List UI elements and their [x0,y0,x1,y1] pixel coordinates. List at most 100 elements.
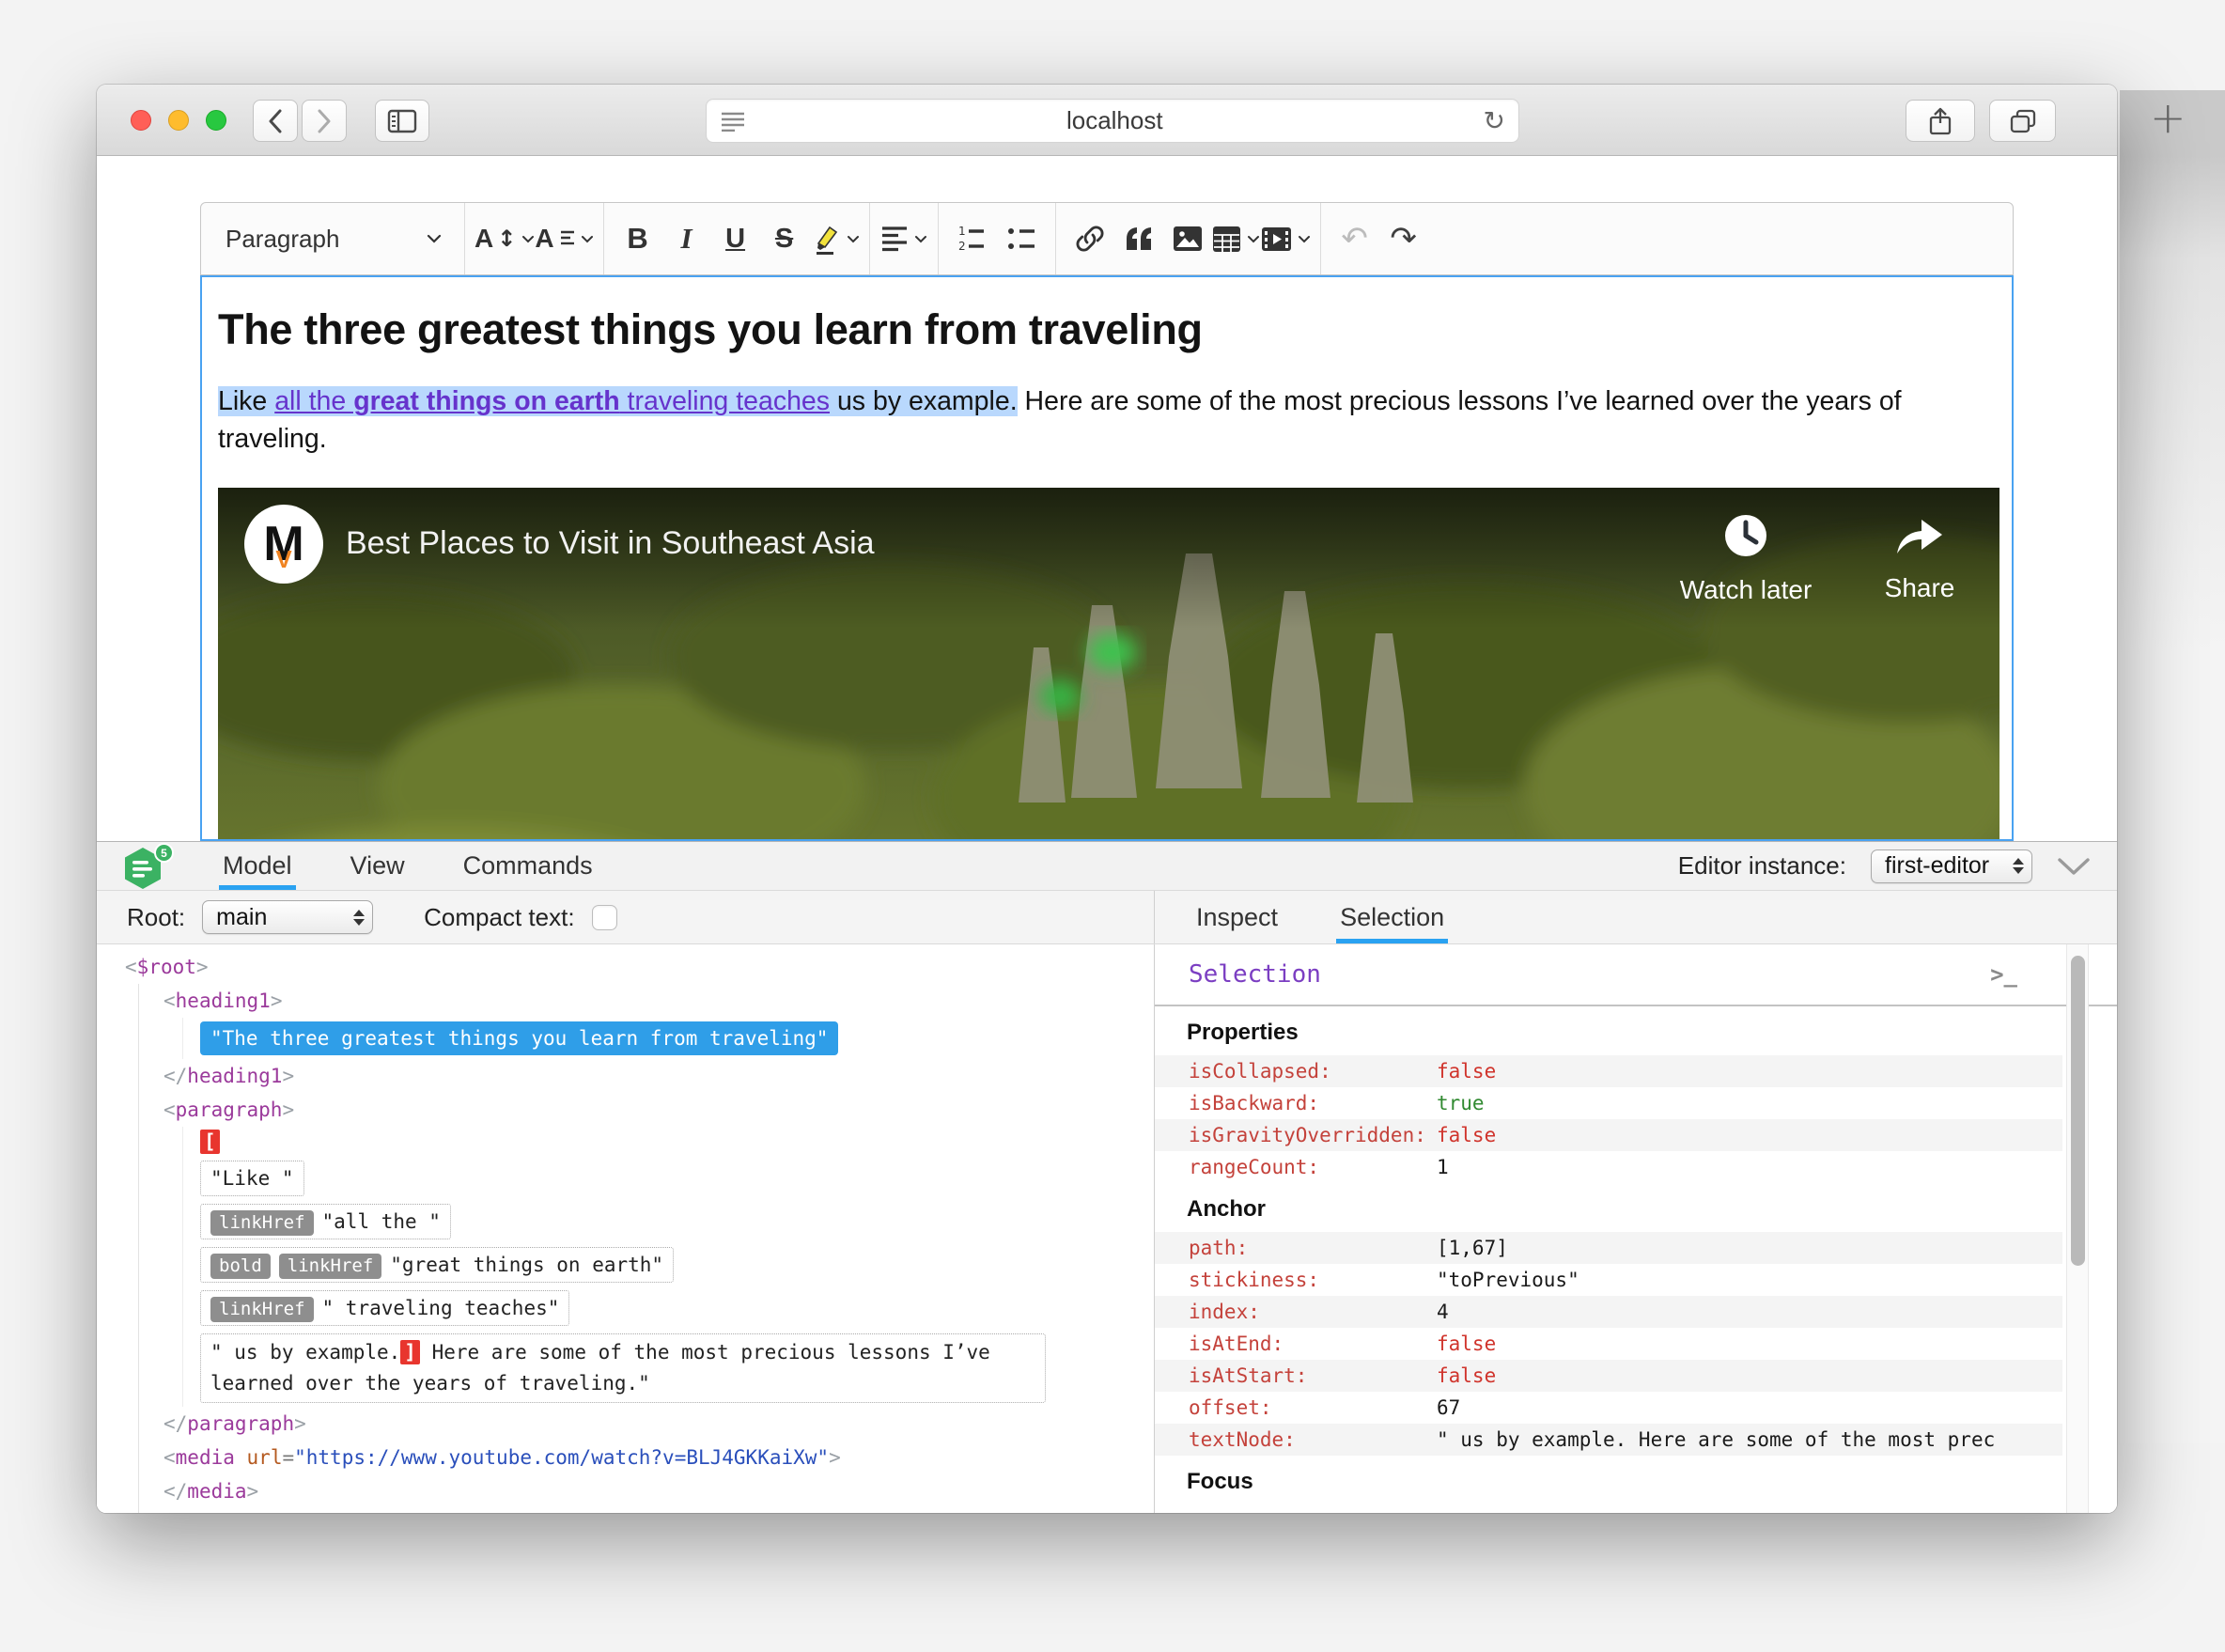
chevron-down-icon [1248,235,1260,242]
bulleted-list-button[interactable] [997,210,1046,267]
text-node[interactable]: linkHref "all the " [200,1204,451,1239]
property-key: stickiness: [1189,1269,1320,1291]
root-select[interactable]: main [202,900,374,934]
sidebar-icon [387,109,417,132]
back-button[interactable] [253,100,298,142]
property-row: isGravityOverridden: false [1155,1119,2062,1151]
link-text[interactable]: all the [274,386,354,416]
chevron-down-icon [522,235,535,242]
ckeditor-logo: 5 [121,843,176,890]
titlebar[interactable]: localhost ↻ [97,85,2117,156]
selected-text-node[interactable]: "The three greatest things you learn fro… [200,1021,839,1055]
editor-content-area[interactable]: The three greatest things you learn from… [200,275,2014,841]
paragraph-style-dropdown[interactable]: Paragraph [212,210,455,267]
property-row: isAtEnd: false [1155,1328,2062,1360]
compact-text-label: Compact text: [424,902,575,931]
properties-rows: isCollapsed: false isBackward: true isGr… [1155,1055,2062,1183]
property-row: textNode: " us by example. Here are some… [1155,1424,2062,1456]
chevron-down-icon [847,235,859,242]
compact-text-checkbox[interactable] [591,904,617,930]
link-icon [1076,226,1104,252]
italic-button[interactable]: I [681,222,692,256]
highlight-button[interactable] [809,210,860,267]
youtube-embed[interactable]: M V Best Places to Visit in Southeast As… [218,488,1999,839]
document-paragraph[interactable]: Like all the great things on earth trave… [218,382,1984,458]
selected-text: Like [218,386,275,416]
property-key: isBackward: [1189,1092,1320,1114]
linkhref-attribute-badge: linkHref [278,1254,382,1279]
avatar-letter-v: V [275,545,292,573]
address-bar[interactable]: localhost ↻ [706,99,1519,143]
model-paragraph-close[interactable]: </paragraph> [163,1407,1154,1441]
tab-selection[interactable]: Selection [1336,891,1448,943]
share-button[interactable] [1906,100,1975,142]
font-size-button[interactable]: A ↕ [475,210,535,267]
link-bold-text[interactable]: great things on earth [353,386,620,416]
watch-later-button[interactable]: Watch later [1652,514,1840,605]
model-media-open[interactable]: <media url="https://www.youtube.com/watc… [163,1441,1154,1474]
insert-table-button[interactable] [1212,210,1261,267]
text-alignment-button[interactable] [879,210,928,267]
text-node[interactable]: linkHref " traveling teaches" [200,1290,570,1326]
document-heading[interactable]: The three greatest things you learn from… [218,305,1996,354]
property-value: [1,67] [1437,1237,1508,1259]
chevron-left-icon [269,109,282,132]
share-arrow-icon [1897,520,1942,553]
link-button[interactable] [1066,210,1114,267]
reload-icon[interactable]: ↻ [1484,105,1505,136]
minimize-window-button[interactable] [168,110,189,131]
property-row: isAtStart: false [1155,1360,2062,1392]
text-node[interactable]: " us by example.] Here are some of the m… [200,1333,1046,1403]
tab-model[interactable]: Model [219,842,296,890]
font-family-button[interactable]: A [535,210,593,267]
model-heading1-close[interactable]: </heading1> [163,1059,1154,1093]
blockquote-button[interactable] [1114,210,1163,267]
channel-avatar[interactable]: M V [244,505,323,584]
redo-button[interactable]: ↷ [1390,220,1417,257]
video-share-label: Share [1884,573,1955,602]
reader-icon[interactable] [720,111,746,132]
property-value: false [1437,1060,1497,1083]
property-key: rangeCount: [1189,1156,1320,1178]
property-row: index: 4 [1155,1296,2062,1328]
model-paragraph-open[interactable]: <paragraph> [163,1093,1154,1127]
safari-window: localhost ↻ Paragraph A ↕ A B I U S 1 2 … [97,85,2117,1513]
video-share-button[interactable]: Share [1859,514,1981,603]
collapse-inspector-icon[interactable] [2057,857,2091,876]
model-media-close[interactable]: </media> [163,1474,1154,1508]
font-family-icon: A [535,224,554,253]
model-tree[interactable]: <$root> <heading1> "The three greatest t… [97,944,1154,1513]
close-window-button[interactable] [131,110,151,131]
property-key: isAtStart: [1189,1364,1308,1387]
model-root-open[interactable]: <$root> [125,950,1154,984]
model-heading1-open[interactable]: <heading1> [163,984,1154,1018]
editor-instance-select[interactable]: first-editor [1871,849,2032,883]
tab-view[interactable]: View [347,842,409,890]
sidebar-toggle-button[interactable] [375,100,429,142]
link-text[interactable]: traveling teaches [619,386,831,416]
chevron-down-icon [1298,235,1310,242]
tab-inspect[interactable]: Inspect [1192,891,1282,943]
bold-button[interactable]: B [627,222,647,256]
selection-panel: Selection >_ Properties isCollapsed: fal… [1154,944,2117,1513]
forward-button[interactable] [302,100,347,142]
zoom-window-button[interactable] [206,110,226,131]
text-node[interactable]: "Like " [200,1161,304,1196]
url-text[interactable]: localhost [746,106,1484,135]
strikethrough-button[interactable]: S [775,224,793,255]
tab-overview-button[interactable] [1989,100,2056,142]
new-tab-button[interactable]: + [2150,92,2186,143]
scrollbar-thumb[interactable] [2071,956,2085,1266]
model-heading2-open[interactable]: <heading2> [163,1508,1154,1513]
selection-start-marker: [ [200,1130,220,1154]
numbered-list-button[interactable]: 1 2 [948,210,997,267]
video-title[interactable]: Best Places to Visit in Southeast Asia [346,525,875,562]
underline-button[interactable]: U [725,224,745,255]
text-node[interactable]: bold linkHref "great things on earth" [200,1247,675,1283]
undo-button[interactable]: ↶ [1341,220,1368,257]
tab-commands[interactable]: Commands [459,842,597,890]
media-embed-button[interactable] [1261,210,1311,267]
insert-image-button[interactable] [1163,210,1212,267]
log-to-console-icon[interactable]: >_ [1990,961,2017,988]
panel-scrollbar[interactable] [2066,944,2089,1513]
